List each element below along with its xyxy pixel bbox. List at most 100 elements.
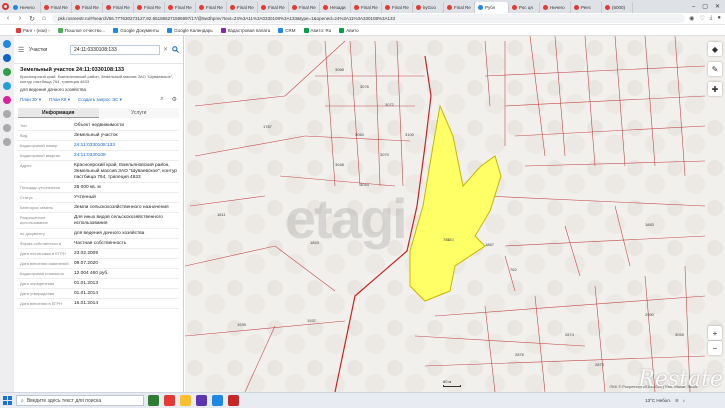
property-value: 09.07.2020 <box>74 260 99 266</box>
opera-menu-button[interactable] <box>0 0 10 13</box>
bookmark-item[interactable]: CRM <box>278 27 296 33</box>
bookmark-icon[interactable] <box>3 124 11 132</box>
bookmark-item[interactable]: Авито <box>339 27 359 33</box>
browser-tab[interactable]: Реес <box>571 2 602 13</box>
browser-tab[interactable]: Final Re <box>103 2 134 13</box>
property-row: Вид Земельный участок <box>18 131 179 141</box>
browser-tab[interactable]: (6000) <box>602 2 633 13</box>
weather-text[interactable]: 13°C Небол. <box>645 398 671 403</box>
browser-tab[interactable]: Final Re <box>196 2 227 13</box>
telegram-icon[interactable] <box>3 82 11 90</box>
clear-icon[interactable]: ✕ <box>163 46 168 53</box>
speed-dial-icon[interactable] <box>3 40 11 48</box>
cadastral-map[interactable]: 1787 1811 1843 1939 1937 762 785 1867 1883 3068 30… <box>185 36 725 392</box>
parcel-number-label: 3072 <box>385 102 395 107</box>
browser-tab[interactable]: Final Re <box>382 2 413 13</box>
menu-icon[interactable]: ☰ <box>18 46 26 54</box>
camera-icon[interactable]: ◉ <box>689 15 694 22</box>
browser-tab[interactable]: Рос ця <box>509 2 540 13</box>
parcel-number-label: 1811 <box>217 212 226 217</box>
taskbar-app-icon[interactable] <box>164 395 175 406</box>
minimize-icon[interactable]: – <box>692 4 695 10</box>
window-controls: – ▢ ✕ <box>692 0 725 13</box>
volume-icon[interactable]: ♪ <box>683 398 685 403</box>
taskbar-app-icon[interactable] <box>148 395 159 406</box>
ruler-button[interactable]: ✎ <box>708 62 722 76</box>
property-row: Дата утверждения 01.01.2014 <box>18 289 179 299</box>
layer-select[interactable]: Участки <box>29 47 67 53</box>
browser-tab[interactable]: Final Re <box>444 2 475 13</box>
locate-button[interactable]: ✚ <box>708 82 722 96</box>
parcel-number-label: 1939 <box>237 322 247 327</box>
heart-icon[interactable]: ♡ <box>699 15 704 22</box>
property-key: Кадастровый квартал <box>20 152 61 158</box>
url-field[interactable]: pkk.rosreestr.ru/#/search/56.77763027312… <box>52 14 686 23</box>
browser-tab[interactable]: Final Re <box>165 2 196 13</box>
cadastral-search-input[interactable] <box>70 44 160 55</box>
taskbar-app-icon[interactable] <box>228 395 239 406</box>
browser-tab[interactable]: Final Re <box>289 2 320 13</box>
browser-tab[interactable]: Final Re <box>227 2 258 13</box>
taskbar-search[interactable]: ⌕ Введите здесь текст для поиска <box>16 395 144 406</box>
property-value[interactable]: 24:11:0330108:133 <box>74 143 179 149</box>
property-key: по документу <box>20 230 45 236</box>
property-key: Дата определения <box>20 280 55 286</box>
browser-tab[interactable]: Final Re <box>72 2 103 13</box>
instagram-icon[interactable] <box>3 96 11 104</box>
forward-icon[interactable]: › <box>16 15 24 22</box>
property-value[interactable]: 24:11:0330108 <box>74 153 179 159</box>
bookmark-item[interactable]: Авито: Ru <box>303 27 331 33</box>
windows-start-icon[interactable] <box>3 396 12 405</box>
wifi-icon[interactable]: ≋ <box>675 398 679 404</box>
zoom-to-icon[interactable]: ⌕ <box>160 96 163 103</box>
browser-tab[interactable]: Final Re <box>134 2 165 13</box>
back-icon[interactable]: ‹ <box>4 15 12 22</box>
bookmark-item[interactable]: Google Календарь <box>167 27 213 33</box>
browser-tab[interactable]: Нёзади <box>320 2 351 13</box>
messenger-icon[interactable] <box>3 54 11 62</box>
bookmark-item[interactable]: Пошлое отчество... <box>57 27 105 33</box>
browser-tab[interactable]: Ничего <box>540 2 571 13</box>
gear-icon[interactable]: ⚙ <box>172 96 177 103</box>
layers-button[interactable]: ◆ <box>708 42 722 56</box>
browser-tab[interactable]: Final Re <box>351 2 382 13</box>
tab-label: Final Re <box>175 5 192 10</box>
browser-tab[interactable]: kyGоo <box>413 2 444 13</box>
taskbar-app-icon[interactable] <box>180 395 191 406</box>
browser-tab[interactable]: Ничего <box>10 2 41 13</box>
whatsapp-icon[interactable] <box>3 68 11 76</box>
tab-label: Final Re <box>268 5 285 10</box>
reload-icon[interactable]: ↻ <box>28 15 36 23</box>
browser-tab[interactable]: Final Re <box>258 2 289 13</box>
tab-label: Нёзади <box>330 5 346 10</box>
search-icon[interactable] <box>171 46 179 54</box>
zoom-in-button[interactable]: + <box>708 326 722 340</box>
property-value: 01.01.2013 <box>74 280 99 286</box>
bookmark-item[interactable]: Ранг › (нои) › <box>16 27 50 33</box>
parcel-number-label: 3076 <box>360 84 370 89</box>
tab-info[interactable]: Информация <box>18 108 99 118</box>
profile-icon[interactable]: ● <box>717 15 721 22</box>
plan-kk-link[interactable]: План КК ▾ <box>49 97 70 103</box>
bookmark-item[interactable]: Кадастровая палата <box>220 27 270 33</box>
download-icon[interactable]: ⤓ <box>710 15 713 22</box>
home-icon[interactable]: ⌂ <box>40 15 48 22</box>
property-value: Для иных видов сельскохозяйственного исп… <box>74 214 163 226</box>
browser-tab[interactable]: Рубл <box>475 2 509 13</box>
create-request-link[interactable]: Создать запрос ЭС ▾ <box>78 97 122 103</box>
tab-services[interactable]: Услуги <box>98 108 179 118</box>
zoom-out-button[interactable]: − <box>708 341 722 355</box>
plan-zu-link[interactable]: План ЗУ ▾ <box>20 97 41 103</box>
taskbar-app-icon[interactable] <box>196 395 207 406</box>
close-icon[interactable]: ✕ <box>715 3 720 10</box>
property-row: Разрешенное использование Для иных видов … <box>18 213 179 229</box>
bookmark-item[interactable]: Google Документы <box>113 27 159 33</box>
settings-icon[interactable] <box>3 138 11 146</box>
tab-label: Final Re <box>113 5 130 10</box>
clock-icon[interactable] <box>3 110 11 118</box>
maximize-icon[interactable]: ▢ <box>702 3 708 10</box>
browser-tab[interactable]: Final Re <box>41 2 72 13</box>
property-value: Частная собственность <box>74 240 127 246</box>
taskbar-app-icon[interactable] <box>212 395 223 406</box>
opera-logo-icon <box>1 3 9 10</box>
